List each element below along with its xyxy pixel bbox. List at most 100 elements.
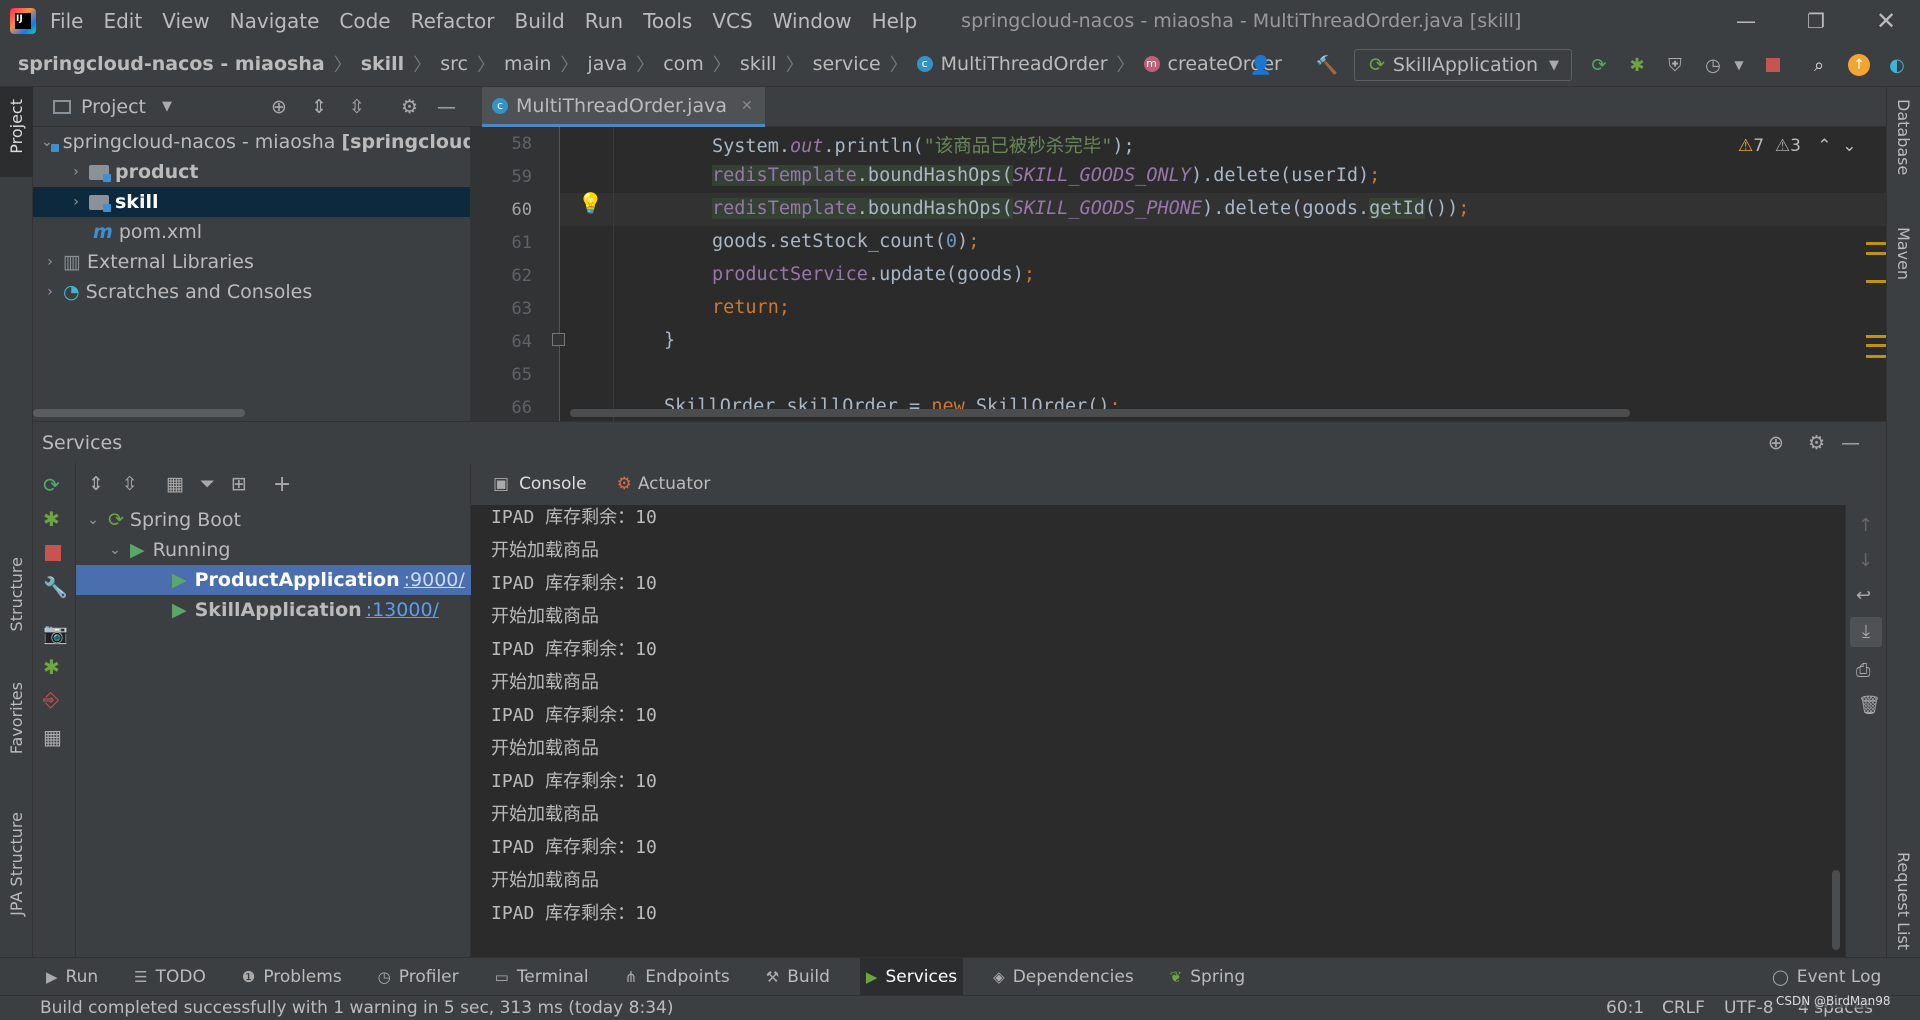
- tool-window-spring[interactable]: ❦ Spring: [1164, 958, 1251, 996]
- app-port-link[interactable]: :13000/: [366, 599, 439, 621]
- coverage-icon[interactable]: ⛨: [1662, 52, 1688, 78]
- menu-navigate[interactable]: Navigate: [230, 9, 320, 33]
- tree-item-skill-application[interactable]: ▶ SkillApplication :13000/: [76, 595, 471, 625]
- tree-item-pom[interactable]: m pom.xml: [33, 217, 470, 247]
- chevron-down-icon[interactable]: ▼: [162, 99, 172, 114]
- close-button[interactable]: ✕: [1856, 0, 1916, 42]
- expand-all-icon[interactable]: ⇕: [88, 473, 104, 495]
- down-arrow-icon[interactable]: ↓: [1858, 550, 1873, 571]
- menu-run[interactable]: Run: [585, 9, 623, 33]
- status-message[interactable]: Build completed successfully with 1 warn…: [40, 998, 673, 1018]
- breadcrumb-java[interactable]: java: [587, 53, 627, 75]
- hide-panel-icon[interactable]: —: [1841, 432, 1860, 454]
- editor-horizontal-scrollbar[interactable]: [570, 409, 1630, 417]
- run-configuration-select[interactable]: ⟳ SkillApplication ▼: [1354, 49, 1572, 81]
- menu-edit[interactable]: Edit: [103, 9, 142, 33]
- locate-icon[interactable]: ⊕: [271, 96, 287, 118]
- filter-icon[interactable]: ⏷: [200, 473, 215, 495]
- database-tool-tab[interactable]: Database: [1894, 99, 1913, 175]
- line-separator[interactable]: CRLF: [1662, 998, 1705, 1018]
- caret-position[interactable]: 60:1: [1606, 998, 1644, 1018]
- add-service-icon[interactable]: +: [273, 472, 291, 497]
- tree-item-scratches[interactable]: › ◔ Scratches and Consoles: [33, 277, 470, 307]
- search-icon[interactable]: ⌕: [1806, 52, 1832, 78]
- debug-icon[interactable]: ✱: [43, 507, 60, 531]
- tool-window-problems[interactable]: ❶ Problems: [236, 958, 348, 996]
- restore-button[interactable]: ❐: [1786, 0, 1846, 42]
- tab-actuator[interactable]: Actuator: [638, 474, 711, 494]
- chevron-right-icon[interactable]: ›: [41, 254, 59, 270]
- tree-item-root[interactable]: ⌄ springcloud-nacos - miaosha [springclo…: [33, 127, 470, 157]
- tool-window-build[interactable]: ⚒ Build: [760, 958, 836, 996]
- chevron-down-icon[interactable]: ⌄: [106, 542, 124, 558]
- editor-tab-multithreadorder[interactable]: c MultiThreadOrder.java ✕: [482, 87, 765, 127]
- breadcrumb-module[interactable]: skill: [361, 53, 404, 75]
- tree-item-product-application[interactable]: ▶ ProductApplication :9000/: [76, 565, 471, 595]
- expand-all-icon[interactable]: ⇕: [311, 96, 327, 118]
- breadcrumb-class[interactable]: MultiThreadOrder: [941, 53, 1108, 75]
- inspection-widget[interactable]: ⚠7 ⚠3 ⌃ ⌄: [1738, 136, 1857, 156]
- warning-stripe[interactable]: [1866, 252, 1886, 255]
- chevron-right-icon[interactable]: ›: [67, 194, 85, 210]
- chevron-right-icon[interactable]: ›: [41, 284, 59, 300]
- chevron-down-icon[interactable]: ⌄: [84, 512, 102, 528]
- build-hammer-icon[interactable]: 🔨: [1314, 52, 1340, 78]
- warning-stripe[interactable]: [1866, 344, 1886, 347]
- menu-build[interactable]: Build: [515, 9, 565, 33]
- breadcrumb-project[interactable]: springcloud-nacos - miaosha: [18, 53, 325, 75]
- soft-wrap-icon[interactable]: ↩: [1856, 585, 1871, 606]
- more-run-chevron-icon[interactable]: ▼: [1726, 52, 1752, 78]
- scroll-to-end-icon[interactable]: ⤓: [1850, 617, 1882, 647]
- stop-icon[interactable]: [45, 545, 61, 561]
- warning-stripe[interactable]: [1866, 242, 1886, 245]
- tool-window-dependencies[interactable]: ◈ Dependencies: [987, 958, 1140, 996]
- rerun-icon[interactable]: ⟳: [43, 473, 60, 497]
- chevron-right-icon[interactable]: ›: [67, 164, 85, 180]
- update-icon[interactable]: ↑: [1846, 52, 1872, 78]
- breadcrumb-com[interactable]: com: [663, 53, 704, 75]
- console-scrollbar[interactable]: [1832, 870, 1840, 950]
- request-list-tool-tab[interactable]: Request List: [1894, 852, 1913, 950]
- fold-icon[interactable]: [552, 333, 565, 346]
- collapse-all-icon[interactable]: ⇳: [122, 473, 138, 495]
- project-view-select[interactable]: Project: [81, 96, 146, 118]
- locate-icon[interactable]: ⊕: [1768, 432, 1784, 454]
- menu-view[interactable]: View: [162, 9, 209, 33]
- tree-item-product[interactable]: › product: [33, 157, 470, 187]
- wrench-icon[interactable]: 🔧: [43, 575, 68, 599]
- menu-code[interactable]: Code: [339, 9, 390, 33]
- debug-icon[interactable]: ✱: [1624, 52, 1650, 78]
- tree-item-skill[interactable]: › skill: [33, 187, 470, 217]
- lightbulb-icon[interactable]: 💡: [578, 191, 603, 215]
- tab-console[interactable]: Console: [519, 474, 587, 494]
- group-by-icon[interactable]: ▦: [166, 473, 184, 495]
- menu-window[interactable]: Window: [773, 9, 852, 33]
- layout-icon[interactable]: ▦: [43, 725, 62, 749]
- profile-icon[interactable]: ◷: [1700, 52, 1726, 78]
- favorites-tool-tab[interactable]: Favorites: [7, 682, 26, 754]
- project-tool-tab[interactable]: Project: [7, 99, 26, 154]
- tool-window-profiler[interactable]: ◷ Profiler: [372, 958, 465, 996]
- minimize-button[interactable]: —: [1716, 0, 1776, 42]
- menu-refactor[interactable]: Refactor: [411, 9, 495, 33]
- tool-window-services[interactable]: ▶ Services: [859, 957, 964, 996]
- gear-icon[interactable]: ⚙: [401, 96, 418, 118]
- tree-item-external-libraries[interactable]: › ▥ External Libraries: [33, 247, 470, 277]
- file-encoding[interactable]: UTF-8: [1724, 998, 1774, 1018]
- menu-tools[interactable]: Tools: [643, 9, 692, 33]
- app-port-link[interactable]: :9000/: [404, 569, 465, 591]
- tool-window-event-log[interactable]: ◯ Event Log: [1766, 958, 1887, 996]
- warning-stripe[interactable]: [1866, 280, 1886, 283]
- menu-vcs[interactable]: VCS: [712, 9, 752, 33]
- console-output[interactable]: IPAD 库存剩余：10 开始加载商品 IPAD 库存剩余：10 开始加载商品 IPAD…: [471, 505, 1845, 957]
- jpa-structure-tool-tab[interactable]: JPA Structure: [7, 812, 26, 916]
- exit-icon[interactable]: ⎆: [43, 687, 59, 711]
- tree-item-running[interactable]: ⌄ ▶ Running: [76, 535, 471, 565]
- tool-window-run[interactable]: ▶ Run: [40, 958, 104, 996]
- tool-window-endpoints[interactable]: ⋔ Endpoints: [619, 958, 736, 996]
- horizontal-scrollbar[interactable]: [33, 409, 245, 417]
- structure-tool-tab[interactable]: Structure: [7, 557, 26, 631]
- gear-icon[interactable]: ⚙: [1808, 432, 1825, 454]
- warning-stripe[interactable]: [1866, 355, 1886, 358]
- print-icon[interactable]: ⎙: [1856, 660, 1870, 681]
